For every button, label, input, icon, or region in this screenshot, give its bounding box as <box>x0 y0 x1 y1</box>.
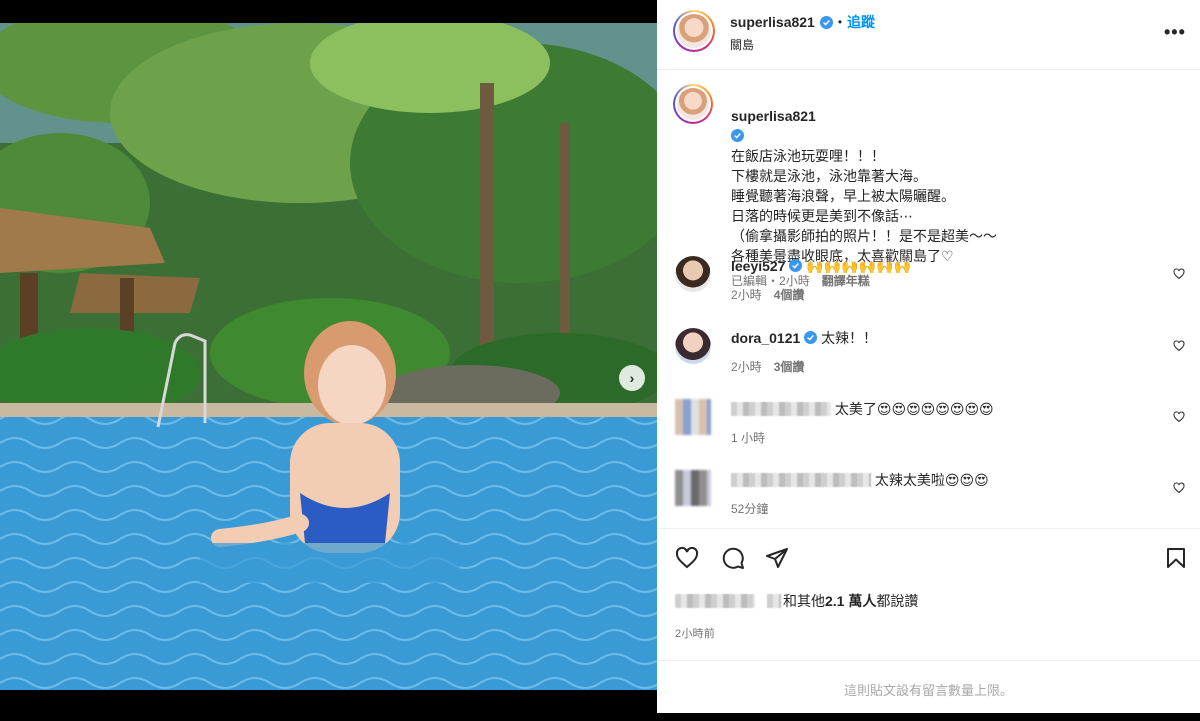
comment-body: 太辣！！ <box>821 330 878 346</box>
like-heart-icon[interactable] <box>675 546 699 570</box>
comment-body: 太辣太美啦😍😍😍 <box>874 472 989 488</box>
caption-avatar[interactable] <box>673 84 713 124</box>
verified-badge-icon <box>819 15 833 29</box>
verified-badge-icon <box>731 129 744 142</box>
comment-time: 52分鐘 <box>731 502 769 516</box>
comment-avatar[interactable] <box>675 256 711 292</box>
post-actions: 和其他 2.1 萬人 都說讚 2小時前 <box>657 528 1200 660</box>
comment-text: dora_0121 太辣！！ <box>731 328 1161 348</box>
comment-limit-notice: 這則貼文設有留言數量上限。 <box>657 660 1200 713</box>
comment-like-heart-icon[interactable] <box>1173 268 1185 280</box>
redacted-liker-avatars <box>675 594 755 608</box>
comment-time: 2小時 <box>731 360 762 374</box>
comment-meta: 2小時 4個讚 <box>731 286 1161 303</box>
comment-avatar-redacted[interactable] <box>675 399 711 435</box>
comment-icon[interactable] <box>721 546 745 570</box>
post-header: superlisa821 • 追蹤 關島 ••• <box>657 0 1200 70</box>
comment-meta: 2小時 3個讚 <box>731 358 1161 375</box>
comment-body: 🙌🙌🙌🙌🙌🙌 <box>806 258 911 274</box>
comment-like-heart-icon[interactable] <box>1173 482 1185 494</box>
redacted-liker-name <box>767 594 781 608</box>
comment-like-count[interactable]: 3個讚 <box>774 360 805 374</box>
comment-username[interactable]: dora_0121 <box>731 330 800 346</box>
photo-scene <box>0 23 657 690</box>
comment-time: 2小時 <box>731 288 762 302</box>
likes-summary[interactable]: 和其他 2.1 萬人 都說讚 <box>675 591 918 611</box>
post-time: 2小時前 <box>675 628 715 640</box>
likes-text: 和其他 <box>783 593 825 609</box>
post-photo[interactable]: › <box>0 23 657 690</box>
share-icon[interactable] <box>765 546 789 570</box>
comment-avatar[interactable] <box>675 328 711 364</box>
author-avatar[interactable] <box>673 10 715 52</box>
comment-body: 太美了😍😍😍😍😍😍😍😍 <box>834 401 994 417</box>
comment-meta: 1 小時 <box>731 429 1161 446</box>
comment-avatar-redacted[interactable] <box>675 470 711 506</box>
likes-count[interactable]: 2.1 萬人 <box>825 591 876 611</box>
verified-badge-icon <box>804 331 818 344</box>
post-side-panel: superlisa821 • 追蹤 關島 ••• superlisa821 在飯… <box>657 0 1200 713</box>
caption-username[interactable]: superlisa821 <box>731 108 816 124</box>
comment-meta: 52分鐘 <box>731 500 1161 517</box>
comment-text: leeyi527 🙌🙌🙌🙌🙌🙌 <box>731 256 1161 276</box>
redacted-username <box>731 473 871 487</box>
author-username[interactable]: superlisa821 <box>730 14 815 30</box>
comment-text: 太美了😍😍😍😍😍😍😍😍 <box>731 399 1161 419</box>
location-link[interactable]: 關島 <box>730 36 754 53</box>
follow-button[interactable]: 追蹤 <box>847 12 875 32</box>
comment-like-heart-icon[interactable] <box>1173 340 1185 352</box>
verified-badge-icon <box>789 259 803 272</box>
comment-like-count[interactable]: 4個讚 <box>774 288 805 302</box>
save-bookmark-icon[interactable] <box>1164 546 1188 570</box>
more-options-icon[interactable]: ••• <box>1164 22 1186 43</box>
comment-time: 1 小時 <box>731 431 766 445</box>
separator-dot: • <box>837 15 843 29</box>
comment-username[interactable]: leeyi527 <box>731 258 786 274</box>
caption-body: 在飯店泳池玩耍哩！！！ 下樓就是泳池，泳池靠著大海。 睡覺聽著海浪聲，早上被太陽… <box>731 148 997 264</box>
carousel-next-button[interactable]: › <box>619 365 645 391</box>
redacted-username <box>731 402 831 416</box>
post-dialog: › superlisa821 • 追蹤 關島 ••• superlisa821 … <box>0 0 1200 713</box>
comment-like-heart-icon[interactable] <box>1173 411 1185 423</box>
comments-section: superlisa821 在飯店泳池玩耍哩！！！ 下樓就是泳池，泳池靠著大海。 … <box>657 71 1200 528</box>
comment-text: 太辣太美啦😍😍😍 <box>731 470 1161 490</box>
likes-suffix: 都說讚 <box>876 593 919 609</box>
caption-text: superlisa821 在飯店泳池玩耍哩！！！ 下樓就是泳池，泳池靠著大海。 … <box>731 86 1171 266</box>
